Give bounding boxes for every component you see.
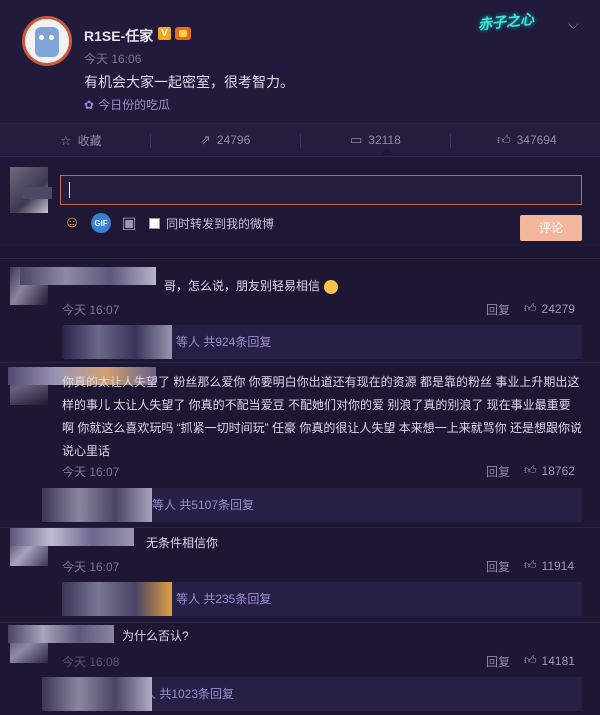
sub-replies-link[interactable]: 等人 共1023条回复 xyxy=(42,677,582,711)
divider xyxy=(300,134,301,148)
comment-icon: ▭ xyxy=(350,132,363,147)
forward-checkbox[interactable] xyxy=(149,218,160,229)
comment-like-button[interactable]: 👍︎ 11914 xyxy=(524,558,574,573)
member-crown-icon xyxy=(175,27,191,40)
comment-time: 今天 16:07 xyxy=(62,303,120,317)
share-button[interactable]: ⇗ 24796 xyxy=(200,132,250,148)
comment-button[interactable]: ▭ 32118 xyxy=(350,132,401,148)
thumbs-up-icon: 👍︎ xyxy=(524,558,537,572)
reply-button[interactable]: 回复 xyxy=(486,463,510,480)
sub-replies-link[interactable]: 等人 共235条回复 xyxy=(62,582,582,616)
gif-icon[interactable]: GIF xyxy=(91,213,111,233)
text-cursor xyxy=(69,182,70,198)
chevron-down-icon[interactable]: ⌵ xyxy=(568,16,579,33)
thumbs-up-icon: 👍︎ xyxy=(524,301,537,315)
comment-text: 哥，怎么说，朋友别轻易相信 xyxy=(164,275,600,298)
share-icon: ⇗ xyxy=(200,132,211,147)
flower-icon: ✿ xyxy=(84,98,95,112)
thumbs-up-icon: 👍︎ xyxy=(524,463,537,477)
like-button[interactable]: 👍︎ 347694 xyxy=(497,132,557,148)
commenter-name[interactable] xyxy=(20,267,156,285)
comment-time: 今天 16:08 xyxy=(62,655,120,669)
comment-time: 今天 16:07 xyxy=(62,560,120,574)
comment-input[interactable] xyxy=(60,175,582,205)
submit-comment-button[interactable]: 评论 xyxy=(520,215,582,241)
comment-text: 你真的太让人失望了 粉丝那么爱你 你要明白你出道还有现在的资源 都是靠的粉丝 事… xyxy=(62,375,582,458)
comment-time: 今天 16:07 xyxy=(62,465,120,479)
sub-replies-link[interactable]: 等人 共924条回复 xyxy=(62,325,582,359)
weibo-post: R1SE-任家 V 今天 16:06 有机会大家一起密室，很考智力。 ✿ 今日份的… xyxy=(0,0,600,123)
image-icon[interactable]: ▣ xyxy=(119,213,139,233)
comment-text: 为什么否认? xyxy=(122,629,189,643)
comment-item: 哥，怎么说，朋友别轻易相信 今天 16:07 回复 👍︎ 24279 等人 共92… xyxy=(0,258,600,362)
comment-like-button[interactable]: 👍︎ 24279 xyxy=(524,301,575,316)
comment-item: 你真的太让人失望了 粉丝那么爱你 你要明白你出道还有现在的资源 都是靠的粉丝 事… xyxy=(0,362,600,527)
thumbs-up-icon: 👍︎ xyxy=(524,653,537,667)
comment-like-button[interactable]: 👍︎ 14181 xyxy=(524,653,575,668)
post-time: 今天 16:06 xyxy=(84,52,142,66)
forward-label: 同时转发到我的微博 xyxy=(166,217,275,231)
topic-link[interactable]: ✿ 今日份的吃瓜 xyxy=(84,96,170,113)
divider xyxy=(150,134,151,148)
commenter-name[interactable] xyxy=(8,625,114,643)
comment-text: 无条件相信你 xyxy=(146,536,219,550)
comment-item: 无条件相信你 今天 16:07 回复 👍︎ 11914 等人 共235条回复 xyxy=(0,527,600,622)
comment-item: 为什么否认? 今天 16:08 回复 👍︎ 14181 等人 共1023条回复 xyxy=(0,622,600,715)
favorite-button[interactable]: ☆ 收藏 xyxy=(60,132,102,149)
sub-replies-link[interactable]: 等人 共5107条回复 xyxy=(42,488,582,522)
thumbs-up-icon: 👍︎ xyxy=(497,132,511,147)
post-text: 有机会大家一起密室，很考智力。 xyxy=(84,74,294,90)
user-avatar[interactable] xyxy=(22,16,72,66)
verified-badge-icon: V xyxy=(158,27,171,40)
post-username[interactable]: R1SE-任家 xyxy=(84,26,153,46)
reply-button[interactable]: 回复 xyxy=(486,558,510,575)
topic-label: 今日份的吃瓜 xyxy=(98,98,171,112)
emoji-icon[interactable]: ☺ xyxy=(62,213,82,233)
comment-caret xyxy=(380,148,394,155)
brand-logo: 赤子之心 xyxy=(477,10,535,33)
comment-like-button[interactable]: 👍︎ 18762 xyxy=(524,463,575,478)
star-icon: ☆ xyxy=(60,132,72,148)
laughing-emoji-icon xyxy=(324,279,339,294)
commenter-name[interactable] xyxy=(10,528,134,546)
reply-button[interactable]: 回复 xyxy=(486,301,510,318)
comment-composer: ☺ GIF ▣ 同时转发到我的微博 评论 xyxy=(0,157,600,247)
my-avatar xyxy=(10,167,52,213)
reply-button[interactable]: 回复 xyxy=(486,653,510,670)
action-bar: ☆ 收藏 ⇗ 24796 ▭ 32118 👍︎ 347694 xyxy=(0,123,600,157)
divider xyxy=(450,134,451,148)
